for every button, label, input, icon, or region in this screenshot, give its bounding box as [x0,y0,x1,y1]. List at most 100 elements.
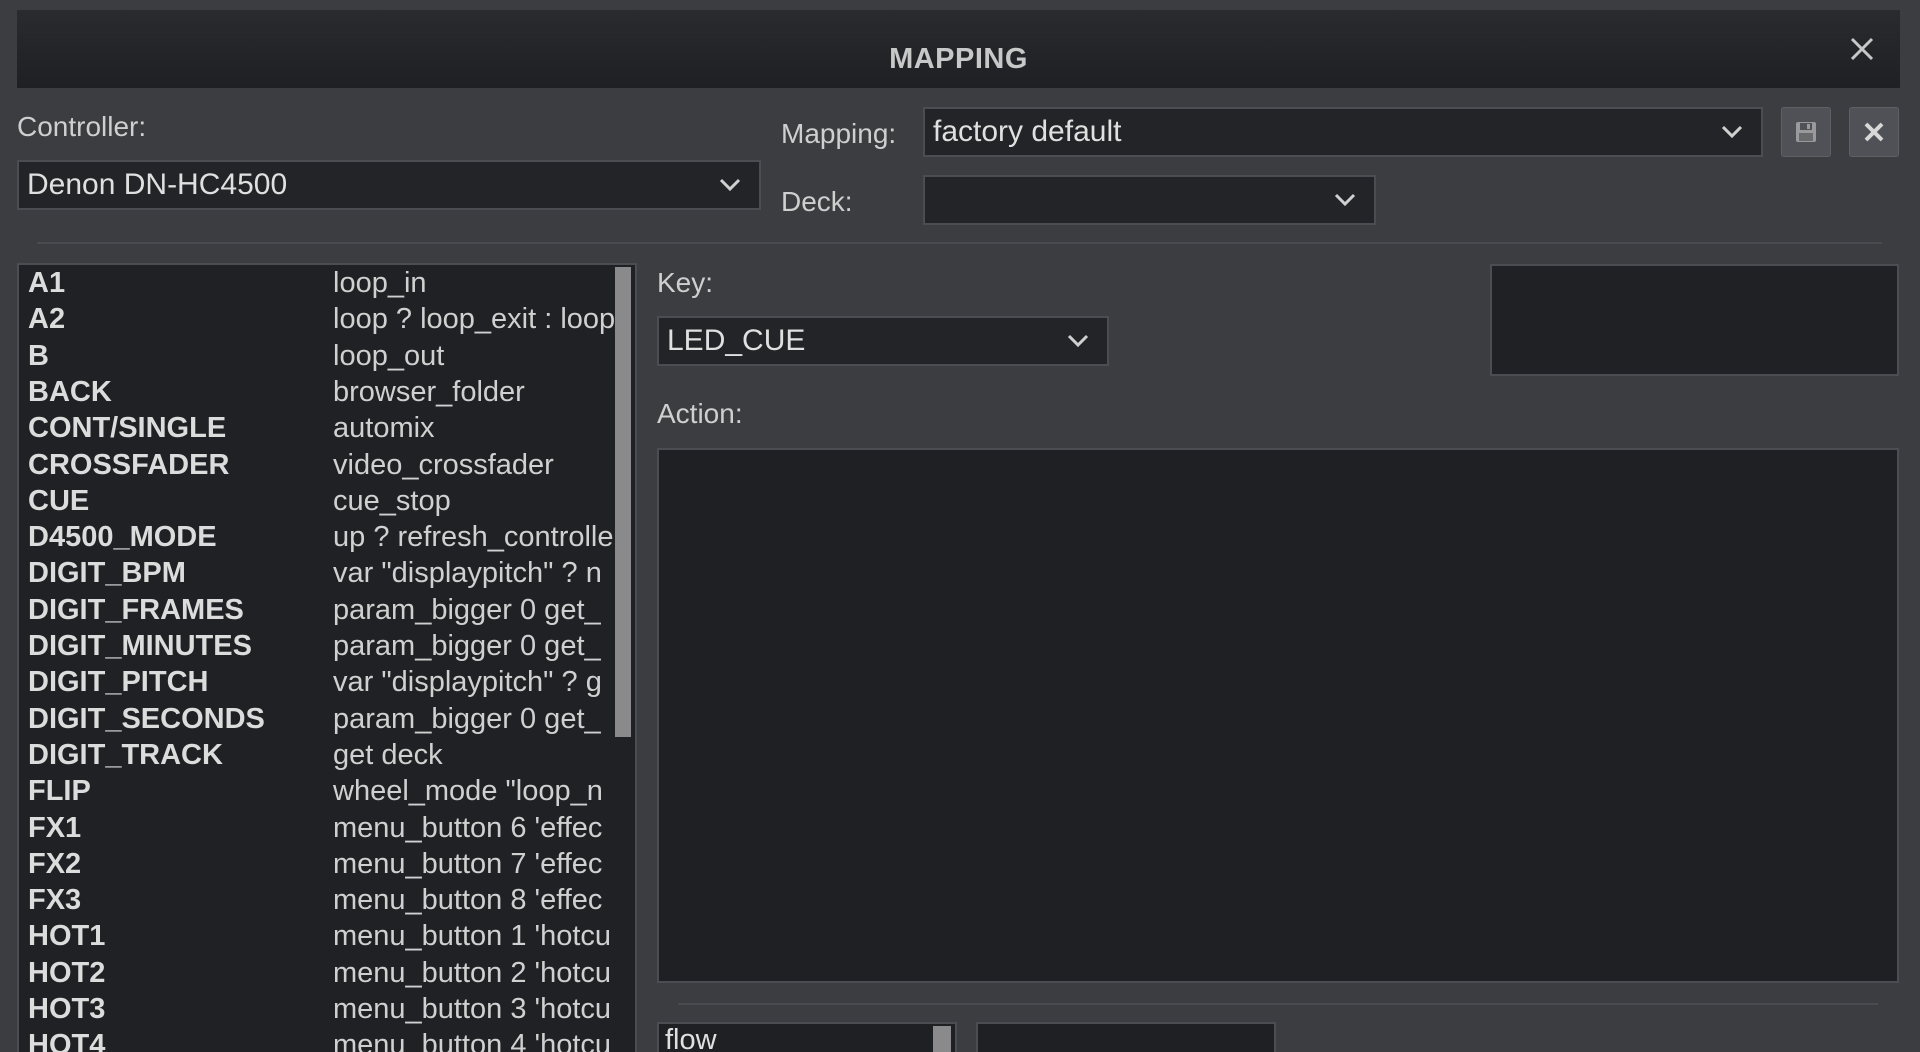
list-item-action: menu_button 6 'effec [333,811,603,844]
list-item-key: DIGIT_TRACK [28,738,223,771]
list-item-key: FX1 [28,811,82,844]
save-button[interactable] [1781,107,1831,157]
list-item-action: get deck [333,738,443,771]
list-item[interactable]: A2 loop ? loop_exit : loop [19,301,619,337]
chevron-down-icon [1067,334,1089,348]
save-icon [1796,122,1816,142]
list-item[interactable]: DIGIT_PITCH var "displaypitch" ? g [19,664,619,700]
list-item-key: FLIP [28,775,91,808]
list-item-key: A1 [28,267,66,299]
list-item-key: CUE [28,484,90,517]
key-label: Key: [657,267,714,298]
list-item-key: HOT4 [28,1029,106,1052]
chevron-down-icon [1721,125,1743,139]
action-editor[interactable] [657,448,1899,983]
divider [37,242,1882,244]
list-item[interactable]: Bloop_out [19,338,619,374]
list-item[interactable]: CONT/SINGLE automix [19,410,619,446]
list-item-key: CROSSFADER [28,448,230,481]
list-item-action: loop ? loop_exit : loop [333,303,616,336]
list-item-key: DIGIT_FRAMES [28,593,244,626]
mapping-value: factory default [933,115,1122,148]
list-item-action: param_bigger 0 get_ [333,702,601,735]
delete-mapping-button[interactable] [1849,107,1899,157]
list-item[interactable]: BACK browser_folder [19,374,619,410]
key-select[interactable]: LED_CUE [657,316,1109,366]
list-item[interactable]: DIGIT_SECONDS param_bigger 0 get_ [19,701,619,737]
list-item-action: menu_button 4 'hotcu [333,1029,612,1052]
list-item-key: FX3 [28,884,82,917]
mapping-select[interactable]: factory default [923,107,1763,157]
list-item-action: menu_button 8 'effec [333,884,603,917]
mapping-dialog: MAPPING Controller: Denon DN-HC4500 Mapp… [0,0,1920,1052]
list-item-action: param_bigger 0 get_ [333,593,601,626]
controller-label: Controller: [17,111,147,142]
list-item-action: video_crossfader [333,448,554,481]
mapping-label: Mapping: [781,118,897,149]
list-item-key: DIGIT_SECONDS [28,702,265,735]
list-item[interactable]: A1 loop_in [19,265,619,301]
list-item[interactable]: CUE cue_stop [19,483,619,519]
controller-value: Denon DN-HC4500 [27,168,288,201]
list-item-key: A2 [28,303,66,336]
list-item-action: var "displaypitch" ? g [333,666,602,699]
list-item[interactable]: DIGIT_MINUTES param_bigger 0 get_ [19,628,619,664]
list-item-action: up ? refresh_controller [333,521,624,554]
list-item-action: wheel_mode "loop_n [333,775,603,808]
list-item-action: menu_button 3 'hotcu [333,993,612,1025]
close-icon[interactable] [1845,32,1879,66]
list-item-action: cue_stop [333,484,451,517]
list-item[interactable]: HOT3 menu_button 3 'hotcu [19,991,619,1027]
list-item-action: menu_button 1 'hotcu [333,920,612,953]
list-item-key: CONT/SINGLE [28,412,227,445]
dialog-title: MAPPING [889,43,1028,75]
list-item-key: HOT1 [28,920,106,953]
list-item-key: B [28,339,49,372]
list-item[interactable]: HOT4 menu_button 4 'hotcu [19,1027,619,1052]
list-item-action: loop_out [333,339,445,372]
list-item-action: automix [333,412,435,445]
list-item[interactable]: FLIP wheel_mode "loop_n [19,773,619,809]
list-item-key: HOT3 [28,993,106,1025]
list-item[interactable]: HOT2 menu_button 2 'hotcu [19,955,619,991]
chevron-down-icon [719,178,741,192]
list-item-action: loop_in [333,267,427,299]
list-item[interactable]: FX2 menu_button 7 'effec [19,846,619,882]
action-label: Action: [657,398,743,429]
list-item[interactable]: HOT1 menu_button 1 'hotcu [19,918,619,954]
list-item-action: menu_button 2 'hotcu [333,956,612,989]
list-item[interactable]: D4500_MODE up ? refresh_controller [19,519,623,555]
key-value: LED_CUE [667,324,806,357]
list-item-key: D4500_MODE [28,521,217,554]
delete-icon [1864,122,1884,142]
list-item-action: browser_folder [333,375,525,408]
list-item-key: DIGIT_PITCH [28,666,209,699]
list-item[interactable]: FX1 menu_button 6 'effec [19,810,619,846]
list-item-key: BACK [28,375,112,408]
deck-select[interactable] [923,175,1376,225]
controller-select[interactable]: Denon DN-HC4500 [17,160,761,210]
divider-bottom [678,1003,1878,1005]
key-preview-box [1490,264,1899,376]
list-item-action: var "displaypitch" ? n [333,557,602,590]
bottom-field-2[interactable] [976,1022,1276,1052]
list-item-action: param_bigger 0 get_ [333,630,601,662]
list-item[interactable]: DIGIT_FRAMES param_bigger 0 get_ [19,592,619,628]
list-item[interactable]: FX3 menu_button 8 'effec [19,882,619,918]
list-item-action: menu_button 7 'effec [333,847,603,880]
list-item[interactable]: CROSSFADER video_crossfader [19,447,619,483]
key-list[interactable]: A1 loop_in A2 loop ? loop_exit : loop Bloop_… [17,263,637,1052]
list-item-key: DIGIT_MINUTES [28,630,252,662]
title-bar: MAPPING [17,10,1900,88]
list-item[interactable]: DIGIT_BPM var "displaypitch" ? n [19,555,619,591]
list-item[interactable]: DIGIT_TRACK get deck [19,737,619,773]
bottom-field-flow-value: flow [665,1024,717,1052]
bottom-field-flow[interactable]: flow [657,1022,957,1052]
chevron-down-icon [1334,193,1356,207]
list-item-key: DIGIT_BPM [28,557,186,590]
list-item-key: FX2 [28,847,82,880]
bottom-scroll-thumb[interactable] [933,1026,951,1052]
list-item-key: HOT2 [28,956,106,989]
list-scrollbar-thumb[interactable] [615,267,631,737]
deck-label: Deck: [781,186,853,217]
